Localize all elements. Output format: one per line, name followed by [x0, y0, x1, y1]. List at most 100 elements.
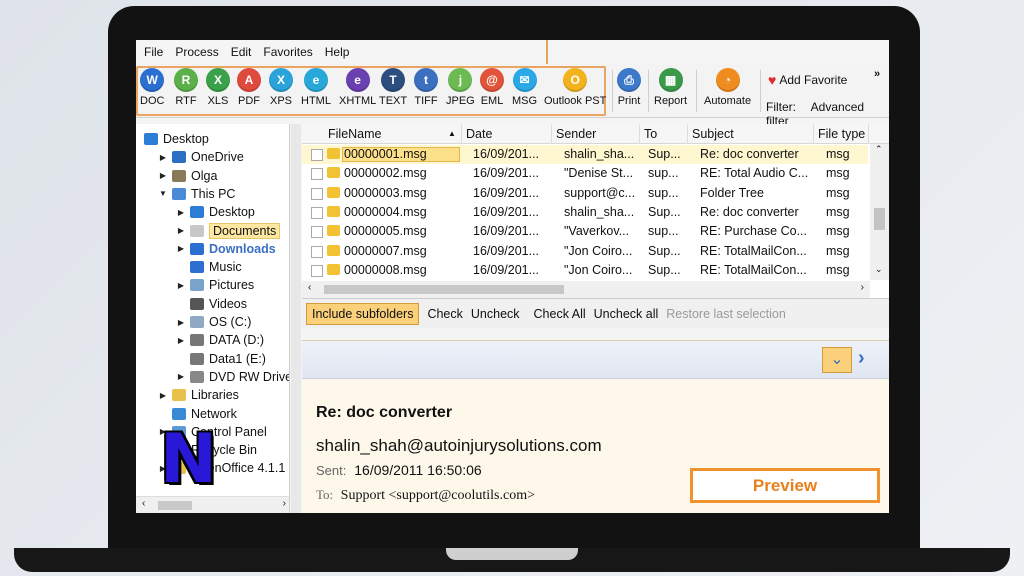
collapse-chevron-icon[interactable]: ⌄ — [822, 347, 852, 373]
laptop-notch — [446, 548, 578, 560]
row-checkbox[interactable] — [311, 264, 323, 277]
tree-item[interactable]: ▶ Libraries — [136, 386, 239, 404]
row-checkbox[interactable] — [311, 187, 323, 200]
tiff-button[interactable]: t TIFF — [414, 68, 438, 107]
format-label: PDF — [238, 95, 260, 107]
sort-ascending-icon[interactable]: ▲ — [448, 124, 456, 144]
table-row[interactable]: 00000005.msg 16/09/201... "Vaverkov... sup.… — [302, 222, 868, 241]
report-button[interactable]: ▦ Report — [654, 68, 687, 107]
more-chevron-icon[interactable]: » — [874, 68, 880, 80]
doc-button[interactable]: W DOC — [140, 68, 164, 107]
tree-item[interactable]: Data1 (E:) — [136, 350, 266, 368]
table-row[interactable]: 00000004.msg 16/09/201... shalin_sha... Sup… — [302, 203, 868, 222]
column-header-subject[interactable]: Subject — [688, 124, 814, 144]
xls-icon: X — [206, 68, 230, 92]
table-row[interactable]: 00000002.msg 16/09/201... "Denise St... sup… — [302, 164, 868, 183]
expand-arrow-icon[interactable]: ▶ — [158, 153, 168, 162]
html-button[interactable]: e HTML — [301, 68, 331, 107]
uncheck-all-button[interactable]: Uncheck all — [594, 307, 659, 321]
heart-icon: ♥ — [768, 72, 777, 88]
xps-button[interactable]: X XPS — [269, 68, 293, 107]
expand-arrow-icon[interactable]: ▶ — [176, 208, 186, 217]
tree-item[interactable]: ▶ OneDrive — [136, 148, 244, 166]
envelope-icon — [327, 167, 340, 179]
html-icon: e — [303, 68, 328, 92]
app-window: File Process Edit Favorites Help W DOC R RTF X XL… — [136, 40, 889, 513]
tree-item[interactable]: ▶ OS (C:) — [136, 313, 251, 331]
row-checkbox[interactable] — [311, 206, 323, 219]
column-header-sender[interactable]: Sender — [552, 124, 640, 144]
tool-label: Print — [617, 95, 641, 107]
table-cell: 00000003.msg — [344, 185, 427, 200]
row-checkbox[interactable] — [311, 245, 323, 258]
row-checkbox[interactable] — [311, 168, 323, 181]
include-subfolders-button[interactable]: Include subfolders — [306, 302, 420, 325]
expand-arrow-icon[interactable]: ▶ — [176, 226, 186, 235]
check-all-button[interactable]: Check All — [534, 307, 586, 321]
tree-item[interactable]: Music — [136, 258, 242, 276]
row-checkbox[interactable] — [311, 149, 323, 161]
column-header-file-type[interactable]: File type — [814, 124, 869, 144]
menu-file[interactable]: File — [144, 45, 163, 59]
restore-last-selection-button[interactable]: Restore last selection — [666, 307, 786, 321]
expand-arrow-icon[interactable]: ▶ — [158, 171, 168, 180]
rtf-button[interactable]: R RTF — [174, 68, 198, 107]
eml-button[interactable]: @ EML — [480, 68, 504, 107]
menu-process[interactable]: Process — [175, 45, 218, 59]
xls-button[interactable]: X XLS — [206, 68, 230, 107]
expand-arrow-icon[interactable]: ▶ — [158, 391, 168, 400]
toolbar: W DOC R RTF X XLS A PDF X XPS e HTML e XHTML T TEXT t TIF… — [136, 64, 889, 128]
preview-button[interactable]: Preview — [690, 468, 880, 503]
tree-item[interactable]: Desktop — [136, 130, 209, 148]
automate-button[interactable]: ◔ Automate — [704, 68, 751, 107]
tree-item[interactable]: ▶ Documents — [136, 222, 281, 240]
drive-icon — [190, 334, 204, 347]
file-list-horizontal-scrollbar[interactable]: ‹ › — [302, 281, 870, 298]
column-header-to[interactable]: To — [640, 124, 688, 144]
pdf-button[interactable]: A PDF — [237, 68, 261, 107]
tree-item[interactable]: ▶ Downloads — [136, 240, 276, 258]
table-row[interactable]: 00000008.msg 16/09/201... "Jon Coiro... Sup… — [302, 261, 868, 280]
row-checkbox[interactable] — [311, 226, 323, 239]
next-arrow-icon[interactable]: › — [858, 347, 865, 370]
column-header-date[interactable]: Date — [462, 124, 552, 144]
tree-item[interactable]: Videos — [136, 295, 247, 313]
table-cell: 16/09/201... — [473, 185, 540, 200]
add-favorite-button[interactable]: ♥ Add Favorite — [768, 72, 847, 88]
table-row[interactable]: 00000007.msg 16/09/201... "Jon Coiro... Sup… — [302, 242, 868, 261]
format-label: MSG — [512, 95, 538, 107]
tree-item[interactable]: ▶ DATA (D:) — [136, 331, 264, 349]
format-label: Outlook PST — [544, 95, 607, 107]
expand-arrow-icon[interactable]: ▶ — [176, 318, 186, 327]
tree-item[interactable]: ▶ Desktop — [136, 203, 255, 221]
expand-arrow-icon[interactable]: ▼ — [158, 189, 168, 198]
pane-splitter[interactable] — [291, 124, 301, 513]
xhtml-button[interactable]: e XHTML — [339, 68, 376, 107]
print-button[interactable]: ⎙ Print — [617, 68, 641, 107]
table-row[interactable]: 00000003.msg 16/09/201... support@c... sup.… — [302, 184, 868, 203]
msg-button[interactable]: ✉ MSG — [512, 68, 537, 107]
menu-edit[interactable]: Edit — [231, 45, 252, 59]
desktop-icon — [190, 206, 204, 219]
format-label: EML — [480, 95, 504, 107]
table-cell: RE: TotalMailCon... — [700, 262, 807, 277]
check-button[interactable]: Check — [427, 307, 462, 321]
column-header-filename[interactable]: FileName ▲ — [302, 124, 462, 144]
file-list-vertical-scrollbar[interactable]: ⌃ ⌄ — [870, 144, 889, 280]
uncheck-button[interactable]: Uncheck — [471, 307, 520, 321]
expand-arrow-icon[interactable]: ▶ — [176, 336, 186, 345]
menu-favorites[interactable]: Favorites — [263, 45, 312, 59]
outlook-pst-button[interactable]: O Outlook PST — [544, 68, 606, 107]
preview-to: To: Support <support@coolutils.com> — [316, 487, 535, 504]
expand-arrow-icon[interactable]: ▶ — [176, 281, 186, 290]
text-button[interactable]: T TEXT — [379, 68, 407, 107]
tree-item[interactable]: ▶ Pictures — [136, 276, 254, 294]
tree-item[interactable]: ▶ DVD RW Drive ( — [136, 368, 289, 386]
table-row[interactable]: 00000001.msg 16/09/201... shalin_sha... Sup… — [302, 145, 868, 164]
menu-help[interactable]: Help — [325, 45, 350, 59]
tree-item[interactable]: ▼ This PC — [136, 185, 235, 203]
jpeg-button[interactable]: j JPEG — [446, 68, 475, 107]
expand-arrow-icon[interactable]: ▶ — [176, 372, 186, 381]
tree-item[interactable]: ▶ Olga — [136, 167, 217, 185]
expand-arrow-icon[interactable]: ▶ — [176, 244, 186, 253]
